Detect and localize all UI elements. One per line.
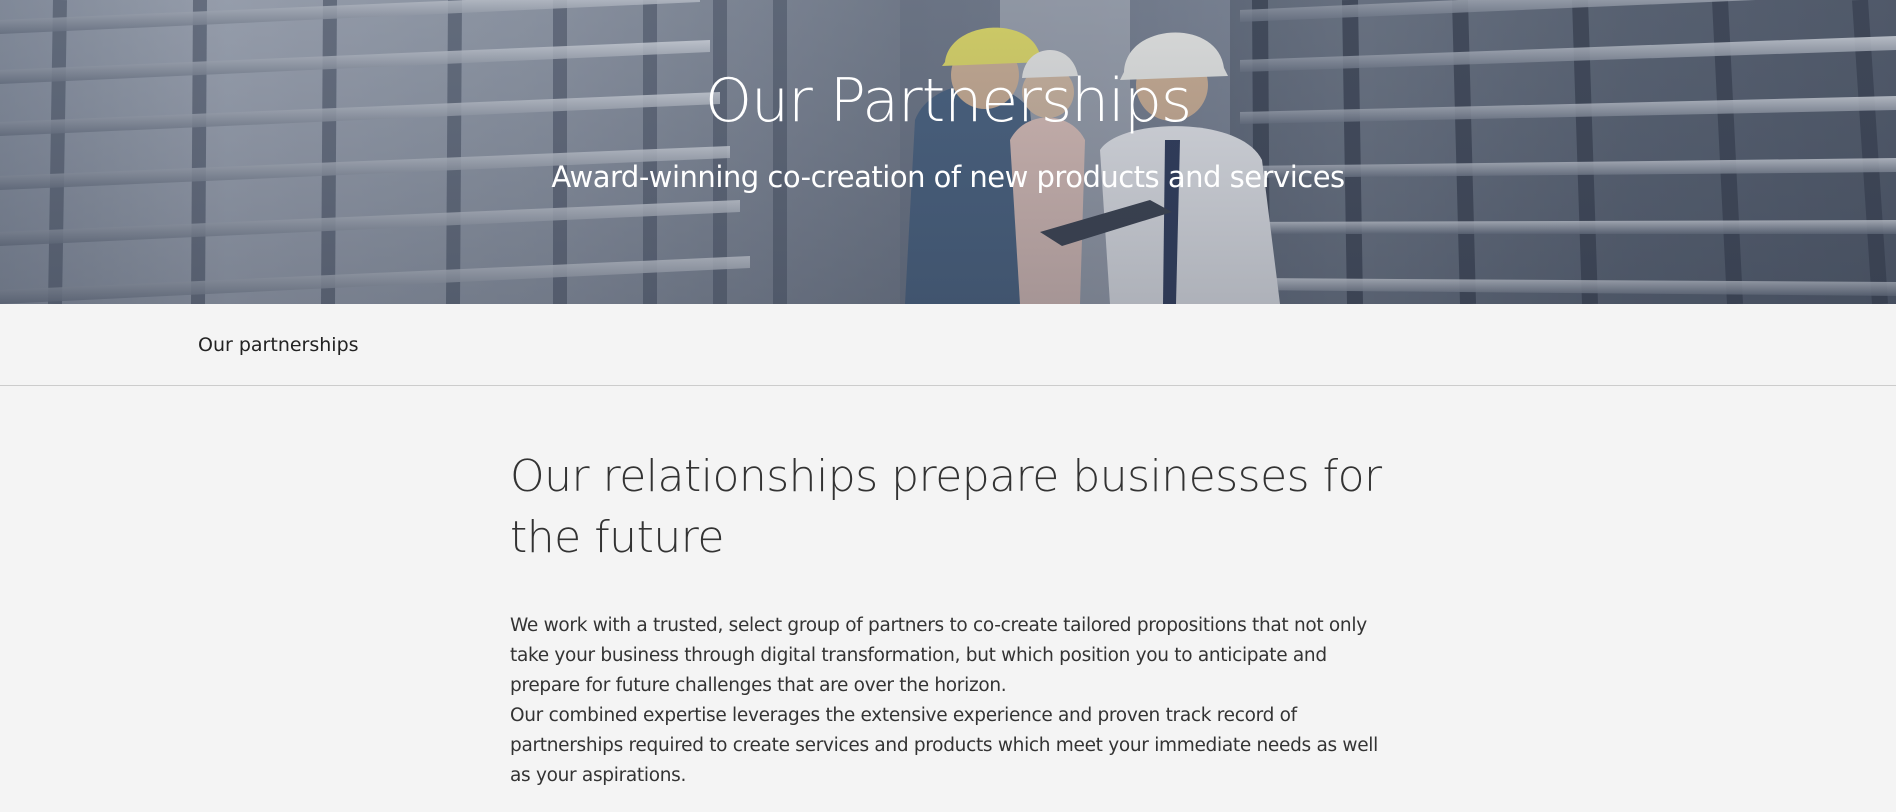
body-paragraph: We work with a trusted, select group of … — [510, 615, 1367, 696]
sub-navigation: Our partnerships — [0, 304, 1896, 386]
hero-subtitle: Award-winning co-creation of new product… — [551, 160, 1345, 194]
subnav-item-our-partnerships[interactable]: Our partnerships — [198, 334, 359, 356]
hero-banner: Our Partnerships Award-winning co-creati… — [0, 0, 1896, 304]
body-paragraph: Our combined expertise leverages the ext… — [510, 705, 1378, 786]
section-heading: Our relationships prepare businesses for… — [510, 451, 1382, 563]
main-content: Our relationships prepare businesses for… — [510, 446, 1390, 791]
hero-title: Our Partnerships — [704, 66, 1192, 136]
hero-background-image — [0, 0, 1896, 304]
